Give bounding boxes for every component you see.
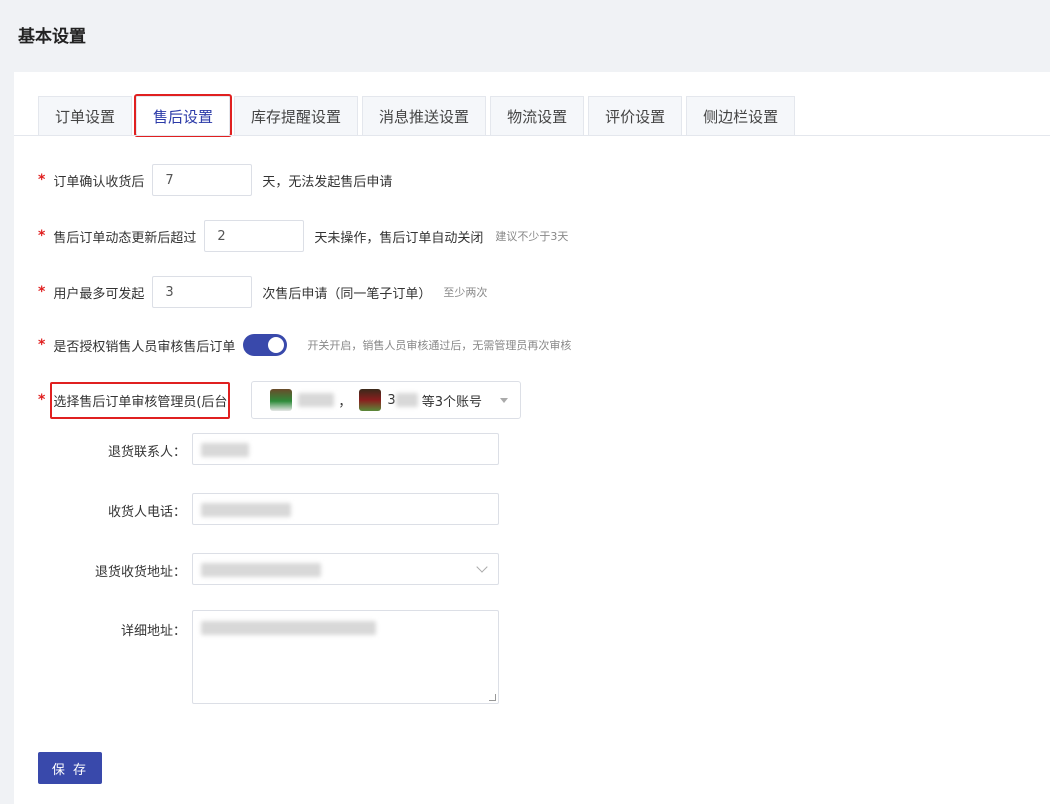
avatar bbox=[270, 389, 293, 411]
tab-message-push-settings[interactable]: 消息推送设置 bbox=[362, 96, 487, 136]
settings-tabs: 订单设置 售后设置 库存提醒设置 消息推送设置 物流设置 评价设置 侧边栏设置 bbox=[38, 94, 799, 137]
auto-close-suffix: 天未操作，售后订单自动关闭 bbox=[314, 230, 484, 246]
tabs-divider bbox=[14, 135, 1050, 136]
auto-close-row: * 售后订单动态更新后超过 2 天未操作，售后订单自动关闭 建议不少于3天 bbox=[38, 220, 568, 252]
sales-review-label: 是否授权销售人员审核售后订单 bbox=[53, 339, 236, 355]
return-address-row: 退货收货地址： bbox=[14, 553, 499, 585]
redacted-value bbox=[201, 443, 249, 457]
max-apply-label: 用户最多可发起 bbox=[53, 286, 145, 302]
receiver-phone-input[interactable] bbox=[192, 493, 499, 525]
sales-review-toggle[interactable] bbox=[243, 334, 288, 356]
return-contact-input[interactable] bbox=[192, 433, 499, 465]
auto-close-days-input[interactable]: 2 bbox=[204, 220, 305, 252]
return-address-label: 退货收货地址： bbox=[94, 565, 186, 580]
confirm-days-input[interactable]: 7 bbox=[152, 164, 253, 196]
tab-stock-reminder-settings[interactable]: 库存提醒设置 bbox=[234, 96, 359, 136]
confirm-days-row: * 订单确认收货后 7 天，无法发起售后申请 bbox=[38, 164, 392, 196]
max-apply-suffix: 次售后申请（同一笔子订单） bbox=[262, 286, 432, 302]
tab-after-sales-settings[interactable]: 售后设置 bbox=[134, 94, 233, 137]
sales-review-row: * 是否授权销售人员审核售后订单 开关开启，销售人员审核通过后，无需管理员再次审… bbox=[38, 334, 571, 356]
confirm-days-label: 订单确认收货后 bbox=[53, 174, 145, 190]
name-separator: ， bbox=[338, 394, 352, 410]
reviewers-select[interactable]: ， 3 等3个账号 bbox=[251, 381, 522, 419]
tab-sidebar-settings[interactable]: 侧边栏设置 bbox=[686, 96, 796, 136]
toggle-knob bbox=[268, 337, 285, 353]
max-apply-hint: 至少两次 bbox=[443, 286, 488, 299]
required-mark: * bbox=[38, 172, 46, 188]
avatar bbox=[359, 389, 382, 411]
redacted-value bbox=[201, 621, 376, 635]
redacted-value bbox=[201, 503, 291, 517]
return-contact-row: 退货联系人： bbox=[14, 433, 499, 465]
reviewers-label: 选择售后订单审核管理员(后台 bbox=[50, 381, 231, 419]
chevron-down-icon bbox=[476, 561, 488, 573]
caret-down-icon bbox=[500, 398, 509, 403]
settings-panel: 订单设置 售后设置 库存提醒设置 消息推送设置 物流设置 评价设置 侧边栏设置 … bbox=[14, 72, 1050, 804]
required-mark: * bbox=[38, 337, 46, 353]
tab-review-settings[interactable]: 评价设置 bbox=[588, 96, 683, 136]
reviewer-partial-name: 3 bbox=[387, 392, 396, 408]
reviewers-row: * 选择售后订单审核管理员(后台 ， 3 等3个账号 bbox=[38, 381, 522, 419]
tab-order-settings[interactable]: 订单设置 bbox=[38, 96, 133, 136]
confirm-days-suffix: 天，无法发起售后申请 bbox=[262, 174, 393, 190]
return-contact-label: 退货联系人： bbox=[107, 445, 186, 460]
detail-address-textarea[interactable] bbox=[192, 610, 499, 704]
resize-handle-icon[interactable] bbox=[489, 694, 496, 701]
required-mark: * bbox=[38, 284, 46, 300]
max-apply-input[interactable]: 3 bbox=[152, 276, 253, 308]
receiver-phone-row: 收货人电话： bbox=[14, 493, 499, 525]
redacted-name bbox=[395, 393, 418, 407]
redacted-name bbox=[298, 393, 335, 407]
max-apply-row: * 用户最多可发起 3 次售后申请（同一笔子订单） 至少两次 bbox=[38, 276, 487, 308]
reviewers-summary: 等3个账号 bbox=[421, 394, 482, 410]
page-title: 基本设置 bbox=[18, 27, 86, 47]
required-mark: * bbox=[38, 392, 46, 408]
detail-address-row: 详细地址： bbox=[14, 610, 499, 704]
required-mark: * bbox=[38, 228, 46, 244]
auto-close-label: 售后订单动态更新后超过 bbox=[53, 230, 197, 246]
return-address-select[interactable] bbox=[192, 553, 499, 585]
receiver-phone-label: 收货人电话： bbox=[107, 505, 186, 520]
redacted-value bbox=[201, 563, 321, 577]
detail-address-label: 详细地址： bbox=[120, 624, 186, 639]
save-button[interactable]: 保 存 bbox=[38, 752, 102, 784]
auto-close-hint: 建议不少于3天 bbox=[495, 230, 569, 243]
tab-logistics-settings[interactable]: 物流设置 bbox=[490, 96, 585, 136]
sales-review-hint: 开关开启，销售人员审核通过后，无需管理员再次审核 bbox=[307, 339, 572, 352]
